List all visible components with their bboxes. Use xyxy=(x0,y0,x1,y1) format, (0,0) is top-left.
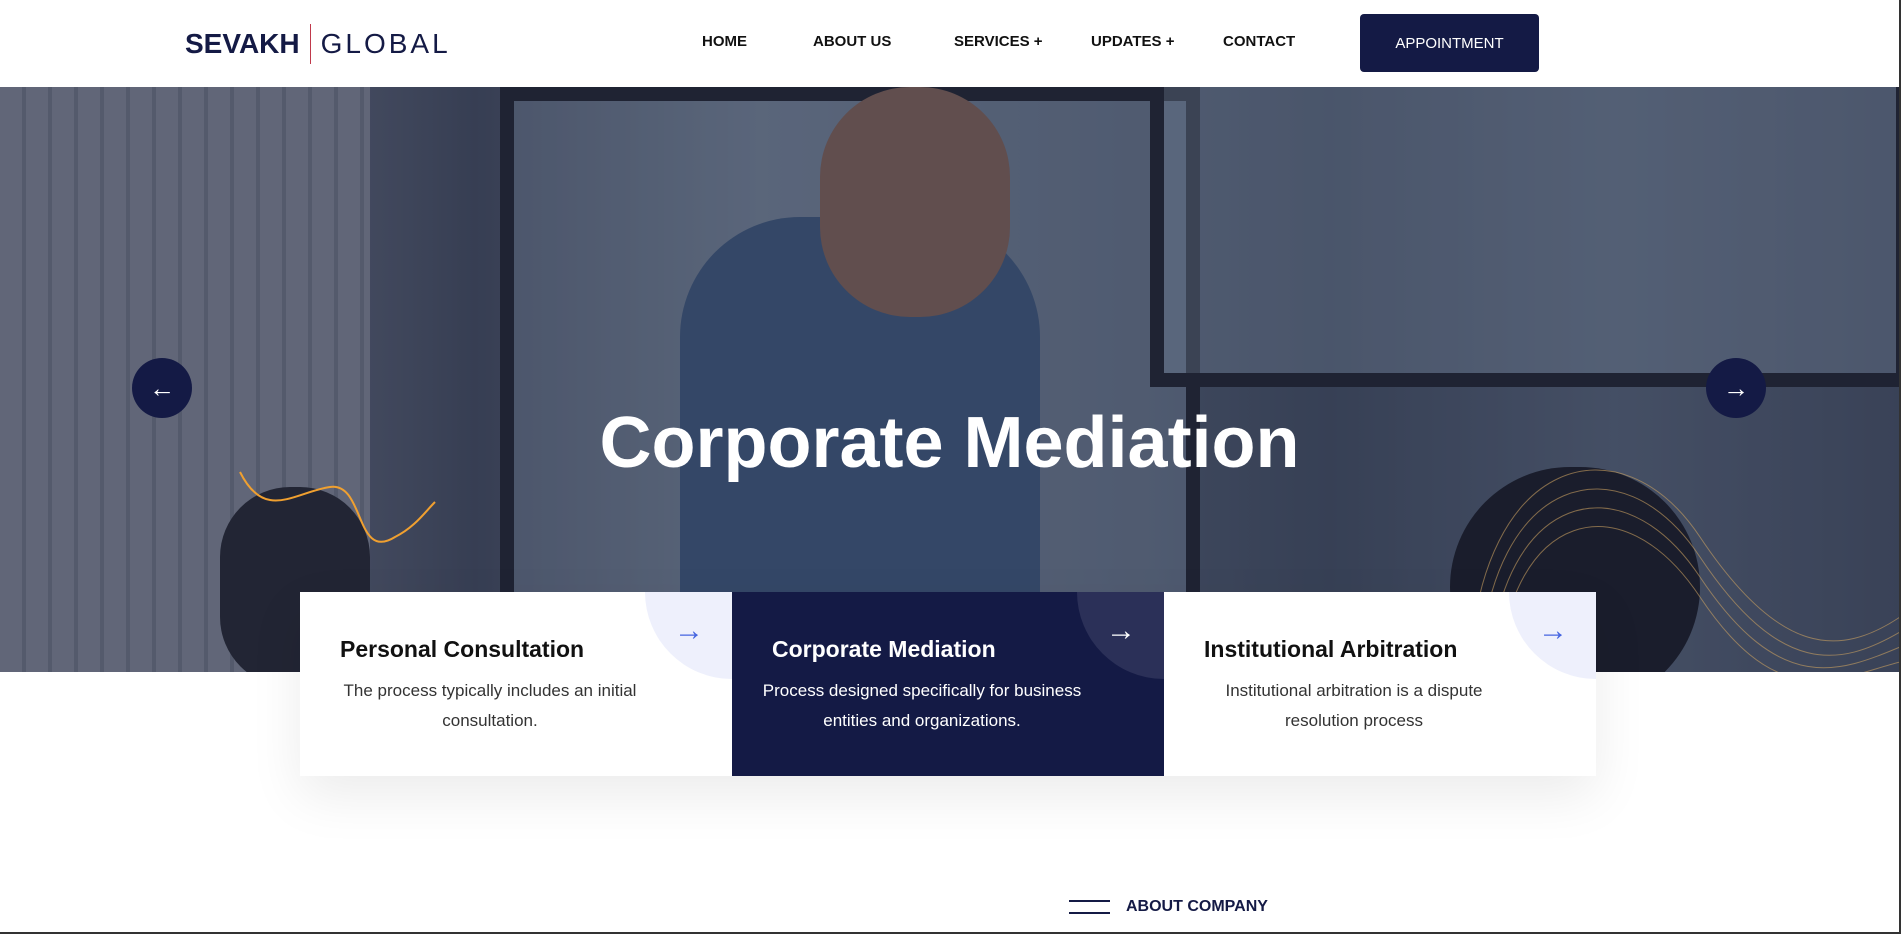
logo-bold: SEVAKH xyxy=(185,28,300,59)
logo-divider xyxy=(309,24,311,64)
card-description: The process typically includes an initia… xyxy=(343,681,637,730)
service-cards: → Personal Consultation The process typi… xyxy=(300,592,1596,776)
arrow-right-icon: → xyxy=(1723,372,1749,403)
site-header: SEVAKH GLOBAL HOME ABOUT US SERVICES + U… xyxy=(0,0,1899,87)
hero-slider: Corporate Mediation xyxy=(0,87,1899,672)
nav-services[interactable]: SERVICES + xyxy=(954,33,1043,50)
arrow-right-icon[interactable]: → xyxy=(1538,614,1568,648)
nav-updates[interactable]: UPDATES + xyxy=(1091,33,1175,50)
arrow-right-icon[interactable]: → xyxy=(674,614,704,648)
nav-about-us[interactable]: ABOUT US xyxy=(813,33,891,50)
arrow-left-icon: ← xyxy=(149,372,175,403)
logo-light: GLOBAL xyxy=(320,28,451,59)
arrow-right-icon[interactable]: → xyxy=(1106,614,1136,648)
hero-title: Corporate Mediation xyxy=(599,403,1300,483)
card-description: Institutional arbitration is a dispute r… xyxy=(1225,681,1483,730)
card-title: Personal Consultation xyxy=(340,636,585,662)
service-card-personal-consultation[interactable]: → Personal Consultation The process typi… xyxy=(300,592,732,776)
nav-contact[interactable]: CONTACT xyxy=(1223,33,1295,50)
section-label: ABOUT COMPANY xyxy=(1126,898,1268,915)
service-card-institutional-arbitration[interactable]: → Institutional Arbitration Institutiona… xyxy=(1164,592,1596,776)
nav-home[interactable]: HOME xyxy=(702,33,747,50)
prev-slide-button[interactable]: ← xyxy=(132,358,192,418)
appointment-button[interactable]: APPOINTMENT xyxy=(1360,14,1539,72)
logo[interactable]: SEVAKH GLOBAL xyxy=(185,24,451,64)
card-title: Institutional Arbitration xyxy=(1204,636,1458,662)
double-line-icon xyxy=(1069,900,1110,914)
card-title: Corporate Mediation xyxy=(772,636,996,662)
service-card-corporate-mediation[interactable]: → Corporate Mediation Process designed s… xyxy=(732,592,1164,776)
about-company-label: ABOUT COMPANY xyxy=(1069,898,1268,916)
card-description: Process designed specifically for busine… xyxy=(762,681,1082,730)
next-slide-button[interactable]: → xyxy=(1706,358,1766,418)
